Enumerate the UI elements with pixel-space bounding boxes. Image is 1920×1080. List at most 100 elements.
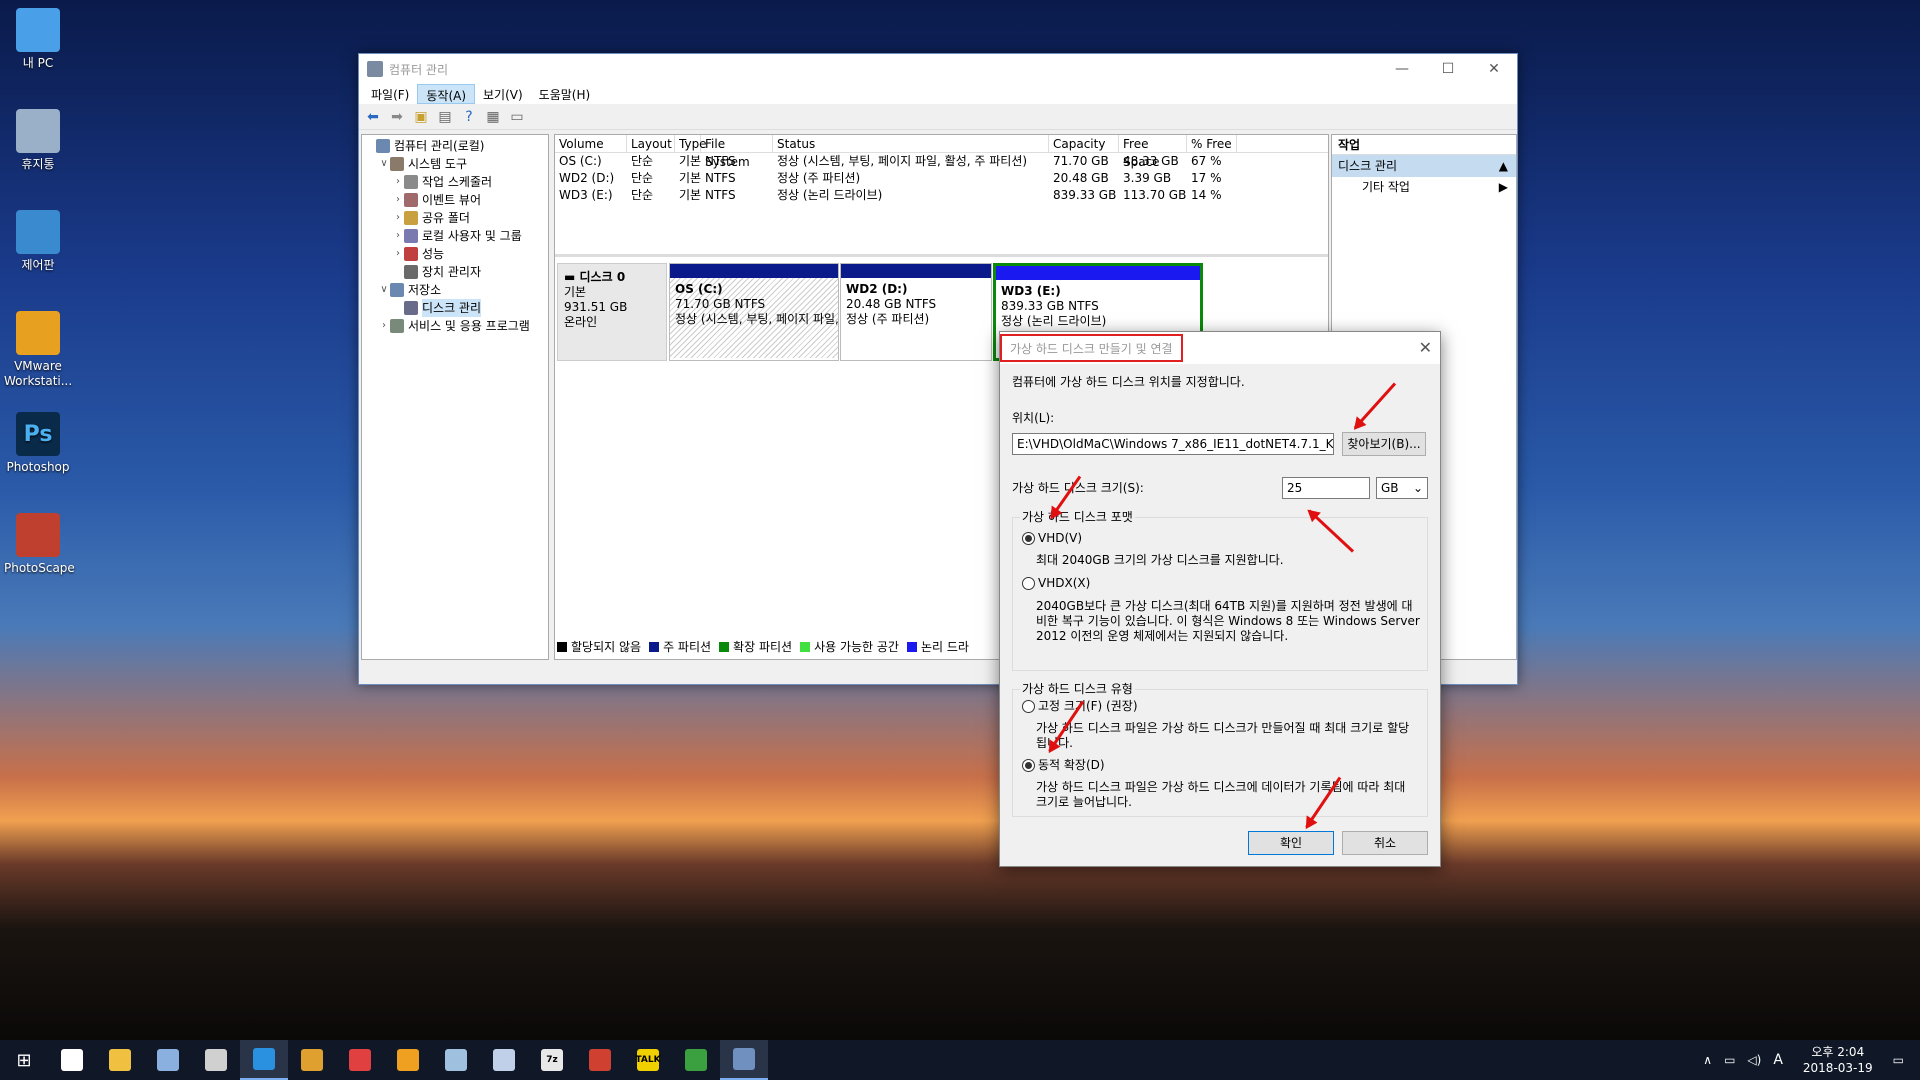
- column-header[interactable]: File System: [701, 135, 773, 169]
- taskbar-app[interactable]: [192, 1040, 240, 1080]
- console-icon[interactable]: ▭: [507, 107, 527, 127]
- taskbar-app[interactable]: 7z: [528, 1040, 576, 1080]
- taskbar-app[interactable]: [384, 1040, 432, 1080]
- table-row[interactable]: WD2 (D:) 단순 기본 NTFS 정상 (주 파티션) 20.48 GB 3.39 G…: [555, 170, 1328, 187]
- ime-indicator[interactable]: A: [1773, 1052, 1783, 1068]
- tree-expander-icon[interactable]: ›: [392, 209, 404, 227]
- column-header[interactable]: Status: [773, 135, 1049, 152]
- fixed-size-label[interactable]: 고정 크기(F) (권장): [1038, 699, 1138, 714]
- taskbar-app[interactable]: [240, 1040, 288, 1080]
- taskbar-app[interactable]: TALK: [624, 1040, 672, 1080]
- minimize-button[interactable]: —: [1379, 54, 1425, 84]
- properties-icon[interactable]: ▦: [483, 107, 503, 127]
- start-button[interactable]: ⊞: [0, 1040, 48, 1080]
- tree-expander-icon[interactable]: ›: [392, 245, 404, 263]
- desktop-icon-label: Photoshop: [6, 460, 70, 474]
- taskbar-app[interactable]: [48, 1040, 96, 1080]
- tree-item[interactable]: › 이벤트 뷰어: [362, 191, 548, 209]
- tree-item[interactable]: › 작업 스케줄러: [362, 173, 548, 191]
- taskbar-app[interactable]: [432, 1040, 480, 1080]
- up-folder-icon[interactable]: ▣: [411, 107, 431, 127]
- volume-icon[interactable]: ◁): [1747, 1053, 1761, 1067]
- close-button[interactable]: ✕: [1471, 54, 1517, 84]
- desktop-icon[interactable]: 내 PC: [4, 8, 72, 71]
- unit-select[interactable]: GB ⌄: [1376, 477, 1428, 499]
- desktop-icon[interactable]: 제어판: [4, 210, 72, 273]
- taskbar-app[interactable]: [288, 1040, 336, 1080]
- desktop-icon[interactable]: Ps Photoshop: [4, 412, 72, 475]
- collapse-up-icon[interactable]: ▲: [1499, 155, 1508, 177]
- tree-item[interactable]: › 성능: [362, 245, 548, 263]
- tree-expander-icon[interactable]: ›: [392, 173, 404, 191]
- show-hide-tree-icon[interactable]: ▤: [435, 107, 455, 127]
- maximize-button[interactable]: ☐: [1425, 54, 1471, 84]
- table-row[interactable]: WD3 (E:) 단순 기본 NTFS 정상 (논리 드라이브) 839.33 GB 113…: [555, 187, 1328, 204]
- tree-item[interactable]: ∨ 시스템 도구: [362, 155, 548, 173]
- column-header[interactable]: Layout: [627, 135, 675, 152]
- tray-chevron-up-icon[interactable]: ∧: [1703, 1053, 1712, 1067]
- vhdx-radio[interactable]: [1022, 577, 1035, 590]
- location-input[interactable]: E:\VHD\OldMaC\Windows 7_x86_IE11_dotNET4…: [1012, 433, 1334, 455]
- taskbar-app[interactable]: [96, 1040, 144, 1080]
- column-header[interactable]: Volume: [555, 135, 627, 152]
- tree-item[interactable]: › 로컬 사용자 및 그룹: [362, 227, 548, 245]
- menu-action[interactable]: 동작(A): [417, 84, 476, 104]
- tree-item[interactable]: ∨ 저장소: [362, 281, 548, 299]
- vhdx-label[interactable]: VHDX(X): [1038, 576, 1090, 591]
- taskbar-app[interactable]: [336, 1040, 384, 1080]
- desktop-icon[interactable]: 휴지통: [4, 109, 72, 172]
- desktop-icon[interactable]: VMware Workstati...: [4, 311, 72, 389]
- taskbar-app[interactable]: [720, 1040, 768, 1080]
- forward-arrow-icon[interactable]: ➡: [387, 107, 407, 127]
- taskbar-app[interactable]: [672, 1040, 720, 1080]
- tree-expander-icon[interactable]: ›: [392, 227, 404, 245]
- recycle-bin-icon: [16, 109, 60, 153]
- column-header[interactable]: Capacity: [1049, 135, 1119, 152]
- partition-c[interactable]: OS (C:) 71.70 GB NTFS 정상 (시스템, 부팅, 페이지 파…: [669, 263, 839, 361]
- actions-section-disk-management[interactable]: 디스크 관리 ▲: [1332, 155, 1516, 177]
- disk-label[interactable]: ▬ 디스크 0 기본 931.51 GB 온라인: [557, 263, 667, 361]
- dynamic-radio[interactable]: [1022, 759, 1035, 772]
- tree-item[interactable]: 컴퓨터 관리(로컬): [362, 137, 548, 155]
- network-icon[interactable]: ▭: [1724, 1053, 1735, 1067]
- taskbar-app[interactable]: [144, 1040, 192, 1080]
- table-row[interactable]: OS (C:) 단순 기본 NTFS 정상 (시스템, 부팅, 페이지 파일, 활성, …: [555, 153, 1328, 170]
- tree-expander-icon[interactable]: ›: [378, 317, 390, 335]
- menu-view[interactable]: 보기(V): [475, 84, 531, 104]
- column-header[interactable]: Type: [675, 135, 707, 152]
- ok-button[interactable]: 확인: [1248, 831, 1334, 855]
- window-titlebar[interactable]: 컴퓨터 관리 — ☐ ✕: [359, 54, 1517, 84]
- back-arrow-icon[interactable]: ⬅: [363, 107, 383, 127]
- column-header[interactable]: % Free: [1187, 135, 1237, 152]
- taskbar-app[interactable]: [576, 1040, 624, 1080]
- tree-item[interactable]: › 서비스 및 응용 프로그램: [362, 317, 548, 335]
- taskbar-app[interactable]: [480, 1040, 528, 1080]
- desktop-icon[interactable]: PhotoScape: [4, 513, 75, 576]
- size-input[interactable]: 25: [1282, 477, 1370, 499]
- fixed-size-radio[interactable]: [1022, 700, 1035, 713]
- dynamic-label[interactable]: 동적 확장(D): [1038, 758, 1105, 773]
- tree-expander-icon[interactable]: ∨: [378, 155, 390, 173]
- tree-item[interactable]: 장치 관리자: [362, 263, 548, 281]
- clock[interactable]: 오후 2:04 2018-03-19: [1803, 1044, 1873, 1076]
- dialog-titlebar[interactable]: 가상 하드 디스크 만들기 및 연결 ✕: [1000, 332, 1440, 364]
- vmware-icon: [16, 311, 60, 355]
- tree-expander-icon[interactable]: ∨: [378, 281, 390, 299]
- help-icon[interactable]: ?: [459, 107, 479, 127]
- tree-item-label: 서비스 및 응용 프로그램: [408, 319, 530, 333]
- vhd-label[interactable]: VHD(V): [1038, 531, 1082, 546]
- browse-button[interactable]: 찾아보기(B)...: [1342, 432, 1426, 456]
- notification-icon[interactable]: ▭: [1893, 1053, 1904, 1067]
- column-header[interactable]: Free Space: [1119, 135, 1187, 169]
- menu-file[interactable]: 파일(F): [363, 84, 417, 104]
- menu-help[interactable]: 도움말(H): [531, 84, 599, 104]
- actions-more[interactable]: 기타 작업 ▶: [1332, 177, 1516, 197]
- partition-d[interactable]: WD2 (D:) 20.48 GB NTFS 정상 (주 파티션): [840, 263, 992, 361]
- tree-item[interactable]: 디스크 관리: [362, 299, 548, 317]
- dialog-close-icon[interactable]: ✕: [1419, 338, 1432, 357]
- cancel-button[interactable]: 취소: [1342, 831, 1428, 855]
- tree-expander-icon[interactable]: ›: [392, 191, 404, 209]
- tree-item[interactable]: › 공유 폴더: [362, 209, 548, 227]
- vhd-radio[interactable]: [1022, 532, 1035, 545]
- legend-swatch: [557, 642, 567, 652]
